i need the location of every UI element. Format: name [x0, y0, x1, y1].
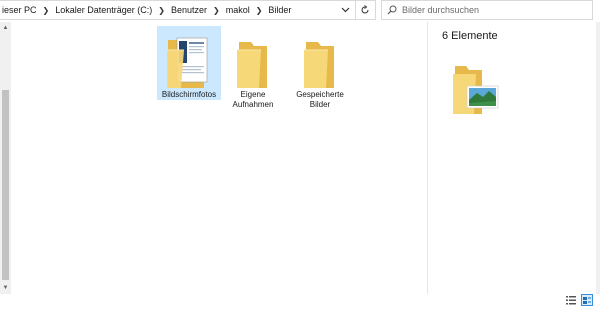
breadcrumb-label: ieser PC	[2, 5, 37, 15]
folder-with-document-icon	[157, 32, 221, 90]
address-bar[interactable]: ieser PC ❯ Lokaler Datenträger (C:) ❯ Be…	[0, 0, 376, 20]
breadcrumb-item-this-pc[interactable]: ieser PC	[0, 5, 39, 15]
folder-icon	[288, 32, 352, 90]
details-view-icon	[566, 295, 576, 304]
chevron-right-icon[interactable]: ❯	[209, 6, 224, 15]
search-icon	[382, 5, 402, 15]
details-view-button[interactable]	[565, 294, 577, 306]
refresh-button[interactable]	[355, 1, 374, 19]
file-name: Gespeicherte Bilder	[296, 90, 344, 109]
chevron-right-icon[interactable]: ❯	[252, 6, 267, 15]
scroll-down-icon[interactable]: ▼	[2, 284, 9, 292]
refresh-icon	[361, 5, 369, 14]
breadcrumb-label: Bilder	[268, 5, 292, 15]
pictures-folder-icon	[452, 64, 500, 120]
chevron-down-icon	[341, 7, 349, 13]
breadcrumb-item-pictures[interactable]: Bilder	[266, 5, 293, 15]
breadcrumb-label: Lokaler Datenträger (C:)	[55, 5, 153, 15]
file-item-eigene-aufnahmen[interactable]: Eigene Aufnahmen	[221, 26, 285, 110]
pane-divider[interactable]	[427, 22, 428, 294]
chevron-right-icon[interactable]: ❯	[154, 6, 169, 15]
large-icons-view-button[interactable]	[581, 294, 593, 306]
right-scrollbar[interactable]	[596, 22, 600, 294]
large-icons-view-icon	[583, 296, 591, 304]
vertical-scrollbar[interactable]: ▲ ▼	[0, 22, 11, 294]
breadcrumb-item-user[interactable]: makol	[224, 5, 252, 15]
scrollbar-thumb[interactable]	[2, 90, 9, 280]
file-name: Bildschirmfotos	[161, 90, 217, 99]
file-item-bildschirmfotos[interactable]: Bildschirmfotos	[157, 26, 221, 100]
file-name: Eigene Aufnahmen	[232, 90, 274, 109]
item-count: 6 Elemente	[442, 30, 498, 42]
scroll-up-icon[interactable]: ▲	[2, 24, 9, 32]
breadcrumb-label: makol	[225, 5, 250, 15]
search-input[interactable]	[402, 5, 582, 15]
breadcrumb-label: Benutzer	[170, 5, 207, 15]
breadcrumb-item-users[interactable]: Benutzer	[169, 5, 209, 15]
search-box[interactable]	[381, 0, 593, 20]
folder-icon	[221, 32, 285, 90]
chevron-right-icon[interactable]: ❯	[39, 6, 54, 15]
file-item-gespeicherte-bilder[interactable]: Gespeicherte Bilder	[288, 26, 352, 110]
address-history-button[interactable]	[336, 1, 354, 19]
file-list: Bildschirmfotos Eigene Aufnahmen Gespeic…	[11, 22, 428, 294]
breadcrumb-item-drive-c[interactable]: Lokaler Datenträger (C:)	[53, 5, 154, 15]
